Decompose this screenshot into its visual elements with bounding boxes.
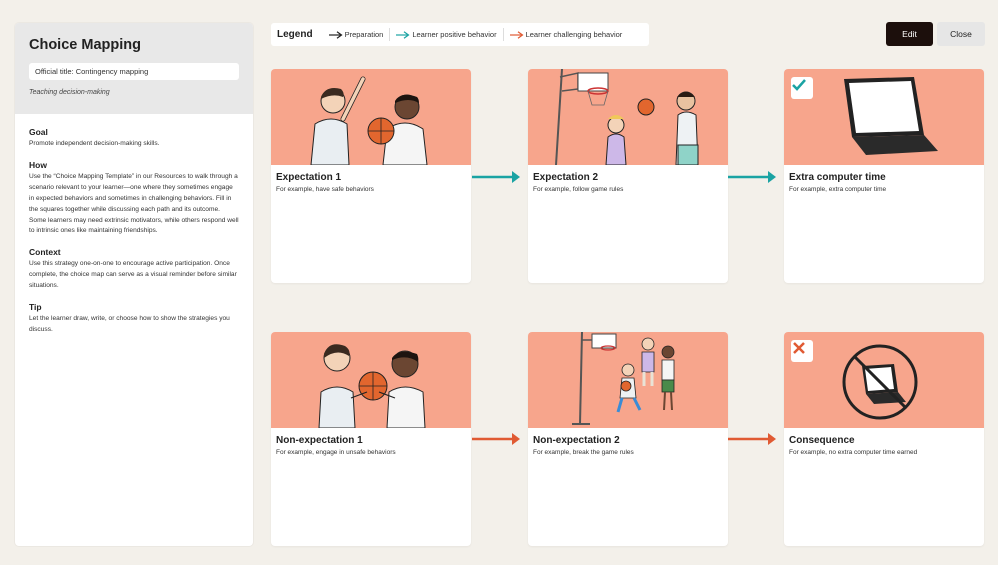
section-tip: Tip Let the learner draw, write, or choo… — [29, 302, 239, 336]
legend-title: Legend — [277, 29, 313, 40]
legend-label: Preparation — [344, 30, 384, 39]
section-heading: Context — [29, 247, 61, 258]
laptop-icon — [844, 77, 938, 155]
card-title: Expectation 2 — [533, 172, 599, 183]
orange-arrow-icon — [509, 30, 524, 39]
section-heading: How — [29, 159, 47, 170]
checkmark-badge — [791, 77, 813, 99]
card-title: Extra computer time — [789, 172, 886, 183]
legend-item-preparation: Preparation — [323, 30, 390, 39]
two-kids-grab-ball-icon — [318, 344, 426, 428]
legend-item-challenging: Learner challenging behavior — [504, 30, 629, 39]
choice-card-extra-computer-time[interactable]: Extra computer time For example, extra c… — [784, 69, 984, 283]
page-title: Choice Mapping — [29, 37, 141, 53]
choice-card-consequence[interactable]: Consequence For example, no extra comput… — [784, 332, 984, 546]
card-illustration — [528, 69, 728, 165]
orange-arrow-icon — [472, 433, 520, 445]
strategy-sidebar: Choice Mapping Official title: Contingen… — [15, 23, 253, 546]
orange-arrow-icon — [728, 433, 776, 445]
x-icon — [793, 342, 805, 354]
card-illustration — [271, 332, 471, 428]
section-heading: Tip — [29, 302, 42, 313]
card-illustration — [784, 69, 984, 165]
choice-card-expectation-1[interactable]: Expectation 1 For example, have safe beh… — [271, 69, 471, 283]
x-badge — [791, 340, 813, 362]
card-text: For example, extra computer time — [789, 186, 887, 193]
card-title: Consequence — [789, 435, 855, 446]
section-how: How Use the “Choice Mapping Template” in… — [29, 160, 239, 237]
section-heading: Goal — [29, 127, 48, 137]
card-text: For example, follow game rules — [533, 186, 624, 193]
sidebar-body: Goal Promote independent decision-making… — [15, 114, 253, 359]
checkmark-icon — [792, 79, 806, 91]
choice-card-non-expectation-2[interactable]: Non-expectation 2 For example, break the… — [528, 332, 728, 546]
choice-card-non-expectation-1[interactable]: Non-expectation 1 For example, engage in… — [271, 332, 471, 546]
card-title: Expectation 1 — [276, 172, 342, 183]
legend-label: Learner positive behavior — [412, 30, 497, 39]
legend-item-positive: Learner positive behavior — [390, 30, 502, 39]
section-text: Let the learner draw, write, or choose h… — [29, 315, 230, 333]
teal-arrow-icon — [728, 171, 776, 183]
official-title: Official title: Contingency mapping — [29, 63, 239, 80]
card-title: Non-expectation 2 — [533, 435, 620, 446]
card-illustration — [784, 332, 984, 428]
black-arrow-icon — [328, 30, 343, 39]
card-text: For example, have safe behaviors — [276, 186, 374, 193]
basketball-hoop-icon — [555, 69, 699, 165]
card-illustration — [271, 69, 471, 165]
card-title: Non-expectation 1 — [276, 435, 363, 446]
section-context: Context Use this strategy one-on-one to … — [29, 247, 239, 292]
card-text: For example, break the game rules — [533, 449, 634, 456]
card-illustration — [528, 332, 728, 428]
two-kids-basketball-icon — [310, 76, 428, 165]
legend-label: Learner challenging behavior — [525, 30, 623, 39]
sidebar-header: Choice Mapping Official title: Contingen… — [15, 23, 253, 114]
sidebar-subtitle: Teaching decision-making — [29, 89, 110, 96]
section-text: Use the “Choice Mapping Template” in our… — [29, 172, 239, 235]
kids-running-hoop-icon — [572, 332, 675, 425]
teal-arrow-icon — [396, 30, 410, 39]
choice-card-expectation-2[interactable]: Expectation 2 For example, follow game r… — [528, 69, 728, 283]
edit-button[interactable]: Edit — [886, 22, 933, 46]
card-text: For example, no extra computer time earn… — [789, 449, 918, 456]
close-button[interactable]: Close — [937, 22, 985, 46]
legend-bar: Legend Preparation Learner positive beha… — [271, 23, 649, 46]
card-text: For example, engage in unsafe behaviors — [276, 449, 396, 456]
teal-arrow-icon — [472, 171, 520, 183]
section-goal: Goal Promote independent decision-making… — [29, 127, 239, 150]
section-text: Use this strategy one-on-one to encourag… — [29, 260, 237, 290]
section-text: Promote independent decision-making skil… — [29, 140, 160, 147]
no-laptop-icon — [842, 344, 918, 420]
